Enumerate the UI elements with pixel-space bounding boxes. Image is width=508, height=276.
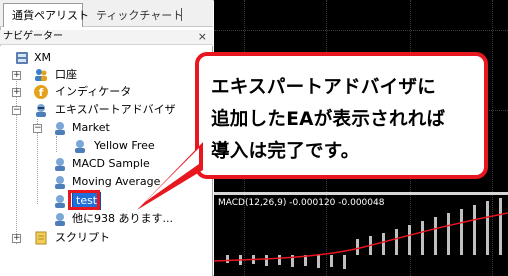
collapse-icon[interactable]: − [12, 106, 21, 115]
histogram-bar [499, 198, 502, 255]
histogram-bar [265, 255, 268, 266]
accounts-icon [35, 69, 47, 81]
tab-bar: 通貨ペアリスト ティックチャート [0, 0, 213, 27]
tab-label: ティックチャート [96, 9, 184, 22]
collapse-icon[interactable]: − [33, 124, 42, 133]
folder-icon [55, 122, 65, 135]
indicators-icon: f [34, 85, 48, 99]
tab-symbol-list[interactable]: 通貨ペアリスト [3, 3, 89, 27]
tree-item-label: 口座 [55, 68, 77, 81]
expand-icon[interactable]: + [12, 71, 21, 80]
histogram-bar [434, 217, 437, 255]
ea-icon [55, 176, 65, 189]
histogram-bar [343, 255, 346, 269]
tree-item-label: インディケータ [55, 85, 132, 98]
scripts-icon [35, 231, 47, 245]
ea-icon [75, 140, 85, 153]
expand-icon[interactable]: + [12, 88, 21, 97]
expand-icon[interactable]: + [12, 234, 21, 243]
histogram-bar [395, 229, 398, 255]
histogram-bar [317, 255, 320, 268]
tab-separator [181, 8, 182, 21]
tree-item-label: スクリプト [55, 231, 110, 244]
callout-pointer [137, 142, 203, 210]
callout-line: 追加したEAが表示されれば [211, 109, 446, 130]
histogram-bar [226, 255, 229, 263]
ea-icon [55, 158, 65, 171]
histogram-bar [278, 255, 281, 265]
close-icon[interactable]: × [198, 30, 207, 44]
tree-line [16, 74, 17, 244]
ea-icon [55, 195, 65, 208]
tree-line [56, 136, 57, 152]
callout-box: エキスパートアドバイザに 追加したEAが表示されれば 導入は完了です。 [137, 52, 488, 210]
highlight-box [68, 190, 100, 210]
navigator-header: ナビゲーター × [0, 30, 213, 45]
signal-line [214, 212, 508, 262]
tree-item-label: エキスパートアドバイザ [55, 103, 176, 116]
histogram-bar [356, 239, 359, 255]
tree-item-label: XM [34, 51, 52, 64]
histogram-bar [460, 209, 463, 255]
macd-histogram [214, 198, 508, 269]
tab-label: 通貨ペアリスト [12, 9, 89, 22]
ea-icon [55, 213, 65, 226]
svg-text:f: f [39, 86, 44, 99]
expert-advisors-icon [36, 104, 46, 117]
callout-line: 導入は完了です。 [211, 141, 360, 162]
tree-item-label: Market [72, 121, 110, 134]
histogram-bar [408, 225, 411, 255]
histogram-bar [486, 201, 489, 255]
histogram-bar [421, 221, 424, 255]
histogram-bar [473, 205, 476, 255]
navigator-title: ナビゲーター [3, 31, 63, 42]
callout-line: エキスパートアドバイザに [211, 77, 437, 98]
histogram-bar [382, 233, 385, 255]
server-icon [16, 52, 28, 64]
grid-line [214, 30, 508, 31]
histogram-bar [330, 255, 333, 267]
histogram-bar [447, 213, 450, 255]
tab-tick-chart[interactable]: ティックチャート [88, 4, 188, 27]
